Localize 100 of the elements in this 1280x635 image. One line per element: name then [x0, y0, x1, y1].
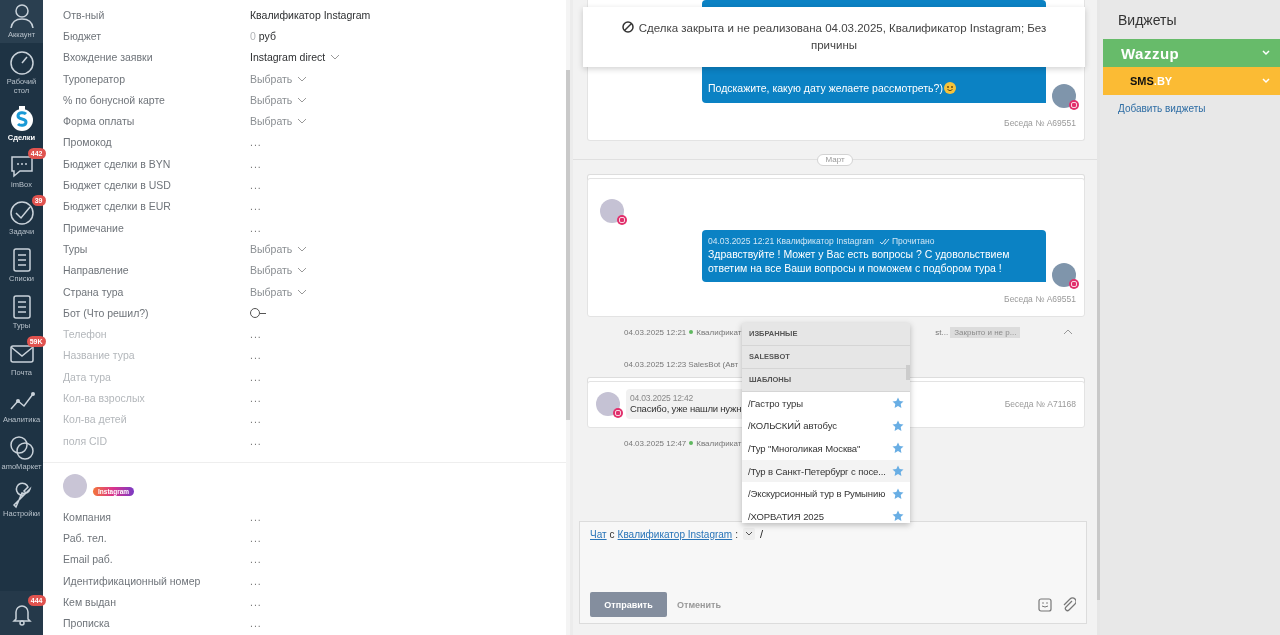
field-label: Бюджет сделки в BYN	[63, 157, 172, 170]
field-value[interactable]: ...	[250, 349, 262, 362]
recipient-dropdown[interactable]	[742, 528, 755, 540]
star-icon	[892, 419, 904, 432]
field-label: Форма оплаты	[63, 115, 136, 128]
field-value[interactable]: ...	[250, 328, 262, 341]
toggle-switch[interactable]	[250, 308, 265, 318]
message-text: Спасибо, уже нашли нужн	[630, 403, 742, 414]
conversation-number: Беседа № A71168	[1004, 399, 1076, 409]
event-time: 04.03.2025 12:47	[624, 438, 687, 448]
gauge-icon	[7, 49, 36, 77]
star-icon	[892, 465, 904, 478]
field-value[interactable]: ...	[250, 574, 262, 587]
field-value[interactable]: ...	[250, 413, 262, 426]
select-dropdown[interactable]: Выбрать	[250, 285, 308, 298]
conversation-number: Беседа № A69551	[1003, 117, 1076, 128]
field-label: Идентификационный номер	[63, 574, 202, 587]
field-value[interactable]: ...	[250, 179, 262, 191]
select-dropdown[interactable]: Выбрать	[250, 115, 308, 128]
select-dropdown[interactable]: Выбрать	[250, 72, 308, 85]
field-value[interactable]: ...	[250, 596, 262, 609]
chevron-down-icon	[297, 244, 308, 253]
field-value[interactable]: ...	[250, 157, 262, 170]
scrollbar[interactable]	[566, 0, 570, 635]
menu-item[interactable]: /Экскурсионный тур в Румынию	[742, 482, 910, 505]
menu-item[interactable]: /Гастро туры	[742, 392, 910, 415]
select-dropdown[interactable]: Выбрать	[250, 264, 308, 277]
avatar	[63, 474, 87, 499]
chevron-down-icon	[297, 287, 308, 296]
widget-logo: SMS.BY	[1130, 75, 1173, 87]
field-value[interactable]: Квалификатор Instagram	[250, 8, 371, 21]
select-dropdown[interactable]: Выбрать	[250, 93, 308, 106]
message-input[interactable]: /	[757, 528, 764, 540]
star-icon	[892, 510, 904, 523]
instagram-icon	[617, 214, 627, 225]
panel-title: Виджеты	[1117, 12, 1178, 30]
field-label: поля CID	[63, 434, 109, 447]
field-label: Примечание	[63, 221, 125, 234]
field-label: Направление	[63, 264, 130, 277]
field-label: Кол-ва взрослых	[63, 392, 146, 404]
field-value[interactable]: ...	[250, 392, 262, 404]
field-value[interactable]: ...	[250, 434, 262, 447]
field-label: Название тура	[63, 349, 136, 362]
select-dropdown[interactable]: Выбрать	[250, 242, 308, 255]
field-label: Бюджет	[63, 29, 102, 42]
menu-item[interactable]: /Тур "Многоликая Москва"	[742, 437, 910, 460]
user-icon	[7, 2, 36, 30]
field-label: Раб. тел.	[63, 532, 108, 545]
field-label: Промокод	[63, 136, 113, 149]
composer-text: :	[735, 528, 738, 540]
add-widgets-link[interactable]: Добавить виджеты	[1118, 103, 1206, 114]
field-value[interactable]: ...	[250, 370, 262, 383]
select-dropdown[interactable]: Instagram direct	[250, 51, 341, 64]
checkmark-circle-icon	[7, 199, 36, 227]
field-label: Компания	[63, 510, 113, 523]
field-label: % по бонусной карте	[63, 93, 166, 106]
message-meta: 04.03.2025 12:21 Квалификатор Instagram	[708, 234, 874, 248]
widget-name: Wazzup	[1121, 44, 1180, 62]
chevron-down-icon	[330, 53, 341, 62]
field-value[interactable]: ...	[250, 532, 262, 545]
field-label: Бюджет сделки в USD	[63, 179, 172, 191]
field-label: Прописка	[63, 617, 111, 630]
field-value[interactable]: 0 руб	[250, 29, 276, 42]
message-meta: 04.03.2025 12:42	[630, 393, 694, 403]
event-time: 04.03.2025 12:23	[624, 359, 687, 369]
instagram-icon	[613, 408, 623, 418]
field-label: Кол-ва детей	[63, 413, 128, 426]
chevron-down-icon	[744, 531, 753, 537]
notice-text: Сделка закрыта и не реализована 04.03.2025, Квалификатор Instagram; Без причины	[613, 20, 1055, 54]
field-value[interactable]: ...	[250, 553, 262, 566]
field-value[interactable]: ...	[250, 200, 262, 213]
menu-item[interactable]: /КОЛЬСКИЙ автобус	[742, 414, 910, 438]
field-label: Отв-ный	[63, 8, 106, 21]
cancel-button[interactable]: Отменить	[677, 599, 721, 610]
field-label: Бот (Что решил?)	[63, 306, 150, 319]
read-status: Прочитано	[879, 234, 935, 248]
field-value[interactable]: ...	[250, 617, 262, 630]
instagram-icon	[1069, 99, 1079, 110]
chevron-down-icon	[1262, 50, 1270, 56]
send-button[interactable]: Отправить	[590, 592, 667, 617]
chevron-down-icon	[297, 266, 308, 275]
chevron-down-icon	[297, 74, 308, 83]
field-label: Туры	[63, 242, 89, 255]
month-divider-label: Март	[817, 153, 853, 166]
field-label: Бюджет сделки в EUR	[63, 200, 172, 213]
field-value[interactable]: ...	[250, 510, 262, 523]
menu-item[interactable]: /Тур в Санкт-Петербург с посе...	[742, 459, 910, 483]
event-text: Квалификат	[696, 438, 742, 448]
chat-link[interactable]: Чат	[590, 528, 607, 540]
widget-bar[interactable]: SMS.BY	[1103, 67, 1280, 95]
prohibited-icon	[621, 21, 634, 33]
event-text: SalesBot (Авт	[688, 359, 739, 369]
field-value[interactable]: ...	[250, 221, 262, 234]
field-label: Email раб.	[63, 553, 114, 566]
recipient-link[interactable]: Квалификатор Instagram	[617, 528, 733, 540]
paperclip-icon	[1062, 597, 1076, 612]
double-check-icon	[879, 237, 890, 245]
menu-item[interactable]: /ХОРВАТИЯ 2025	[742, 504, 910, 523]
event-time: 04.03.2025 12:21	[624, 327, 687, 337]
field-value[interactable]: ...	[250, 136, 262, 149]
